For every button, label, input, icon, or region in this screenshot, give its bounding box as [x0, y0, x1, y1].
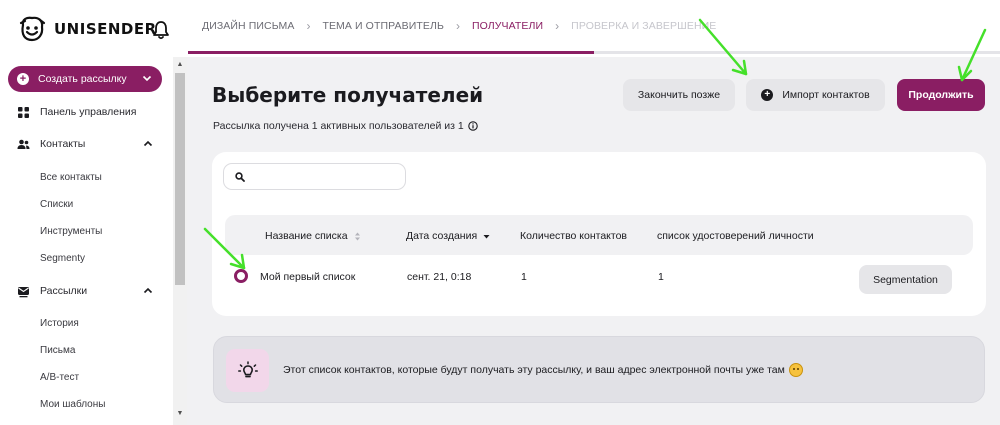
finish-later-button[interactable]: Закончить позже [623, 79, 735, 111]
import-contacts-button[interactable]: + Импорт контактов [746, 79, 885, 111]
recipients-summary-text: Рассылка получена 1 активных пользовател… [213, 120, 464, 132]
recipients-summary: Рассылка получена 1 активных пользовател… [213, 120, 478, 132]
table-header: Название списка Дата создания Количество… [225, 215, 973, 255]
search-input[interactable] [252, 168, 400, 186]
create-campaign-button[interactable]: + Создать рассылку [8, 66, 162, 92]
step-review: Проверка и завершение [571, 20, 717, 32]
chevron-right-icon: › [455, 19, 460, 33]
create-campaign-label: Создать рассылку [38, 73, 127, 85]
scroll-down-icon[interactable]: ▼ [176, 410, 184, 418]
sidebar-subitem-history[interactable]: История [40, 318, 79, 329]
sidebar-subitem-all-contacts[interactable]: Все контакты [40, 172, 102, 183]
step-recipients[interactable]: Получатели [472, 20, 543, 32]
column-header-label: Название списка [265, 230, 348, 242]
sidebar-item-contacts[interactable]: Контакты [0, 133, 172, 155]
list-name: Мой первый список [260, 271, 356, 283]
sidebar-item-campaigns[interactable]: Рассылки [0, 280, 172, 302]
page-title: Выберите получателей [212, 83, 484, 107]
column-header-label: Дата создания [406, 230, 478, 242]
wizard-steps: Дизайн письма › Тема и отправитель › Пол… [202, 0, 716, 52]
sidebar-subitem-emails[interactable]: Письма [40, 345, 75, 356]
sidebar-subitem-segments[interactable]: Segmenty [40, 253, 85, 264]
sidebar-subitem-templates[interactable]: Мои шаблоны [40, 399, 105, 410]
mail-stack-icon [18, 286, 29, 297]
tip-icon-box [226, 349, 269, 392]
import-contacts-label: Импорт контактов [782, 89, 870, 101]
segmentation-button[interactable]: Segmentation [859, 265, 952, 294]
users-icon [17, 139, 30, 149]
chevron-right-icon: › [306, 19, 311, 33]
sidebar-item-dashboard[interactable]: Панель управления [0, 101, 172, 123]
sidebar-item-label: Панель управления [40, 106, 137, 118]
top-bar: UNISENDER Дизайн письма › Тема и отправи… [0, 0, 1000, 57]
search-icon [235, 172, 245, 182]
info-banner-text: Этот список контактов, которые будут пол… [283, 363, 803, 377]
scroll-up-icon[interactable]: ▲ [176, 61, 184, 69]
info-banner-message: Этот список контактов, которые будут пол… [283, 364, 785, 376]
sidebar-subitem-ab-test[interactable]: A/B-тест [40, 372, 79, 383]
info-icon[interactable] [467, 121, 478, 131]
sidebar-item-label: Контакты [40, 138, 86, 150]
logo[interactable]: UNISENDER [18, 14, 157, 44]
chevron-up-icon [143, 140, 153, 147]
chevron-down-icon [142, 75, 152, 82]
bell-icon[interactable] [152, 20, 170, 40]
plus-circle-icon: + [761, 89, 774, 101]
wizard-progress-fill [188, 51, 594, 54]
sort-neutral-icon [354, 232, 360, 240]
sort-desc-icon [483, 234, 490, 238]
lightbulb-icon [238, 361, 258, 378]
continue-button[interactable]: Продолжить [897, 79, 985, 111]
search-box[interactable] [223, 163, 406, 190]
list-id: 1 [658, 271, 664, 283]
sidebar: + Создать рассылку Панель управления Кон… [0, 57, 172, 425]
grid-icon [18, 106, 29, 118]
column-header-count: Количество контактов [520, 230, 628, 242]
chevron-up-icon [143, 287, 153, 294]
chevron-right-icon: › [555, 19, 560, 33]
sidebar-subitem-tools[interactable]: Инструменты [40, 226, 102, 237]
list-count: 1 [521, 271, 527, 283]
smiling-emoji-icon [788, 363, 803, 377]
brand-name: UNISENDER [54, 20, 157, 38]
smiley-logo-icon [19, 16, 46, 42]
lists-card: Название списка Дата создания Количество… [212, 152, 986, 316]
sidebar-scrollbar[interactable]: ▲ ▼ [173, 57, 187, 425]
column-header-name[interactable]: Название списка [265, 230, 361, 242]
sidebar-item-label: Рассылки [40, 285, 88, 297]
wizard-progress [188, 51, 1000, 54]
list-select-radio[interactable] [234, 269, 248, 283]
step-design[interactable]: Дизайн письма [202, 20, 294, 32]
sidebar-subitem-lists[interactable]: Списки [40, 199, 73, 210]
column-header-date[interactable]: Дата создания [406, 230, 490, 242]
info-banner: Этот список контактов, которые будут пол… [213, 336, 985, 403]
step-subject[interactable]: Тема и отправитель [322, 20, 444, 32]
plus-icon: + [17, 73, 29, 85]
main-content: Выберите получателей Рассылка получена 1… [187, 57, 1000, 425]
column-header-id: список удостоверений личности [657, 230, 814, 242]
scroll-thumb[interactable] [175, 73, 185, 285]
list-date: сент. 21, 0:18 [407, 271, 472, 283]
